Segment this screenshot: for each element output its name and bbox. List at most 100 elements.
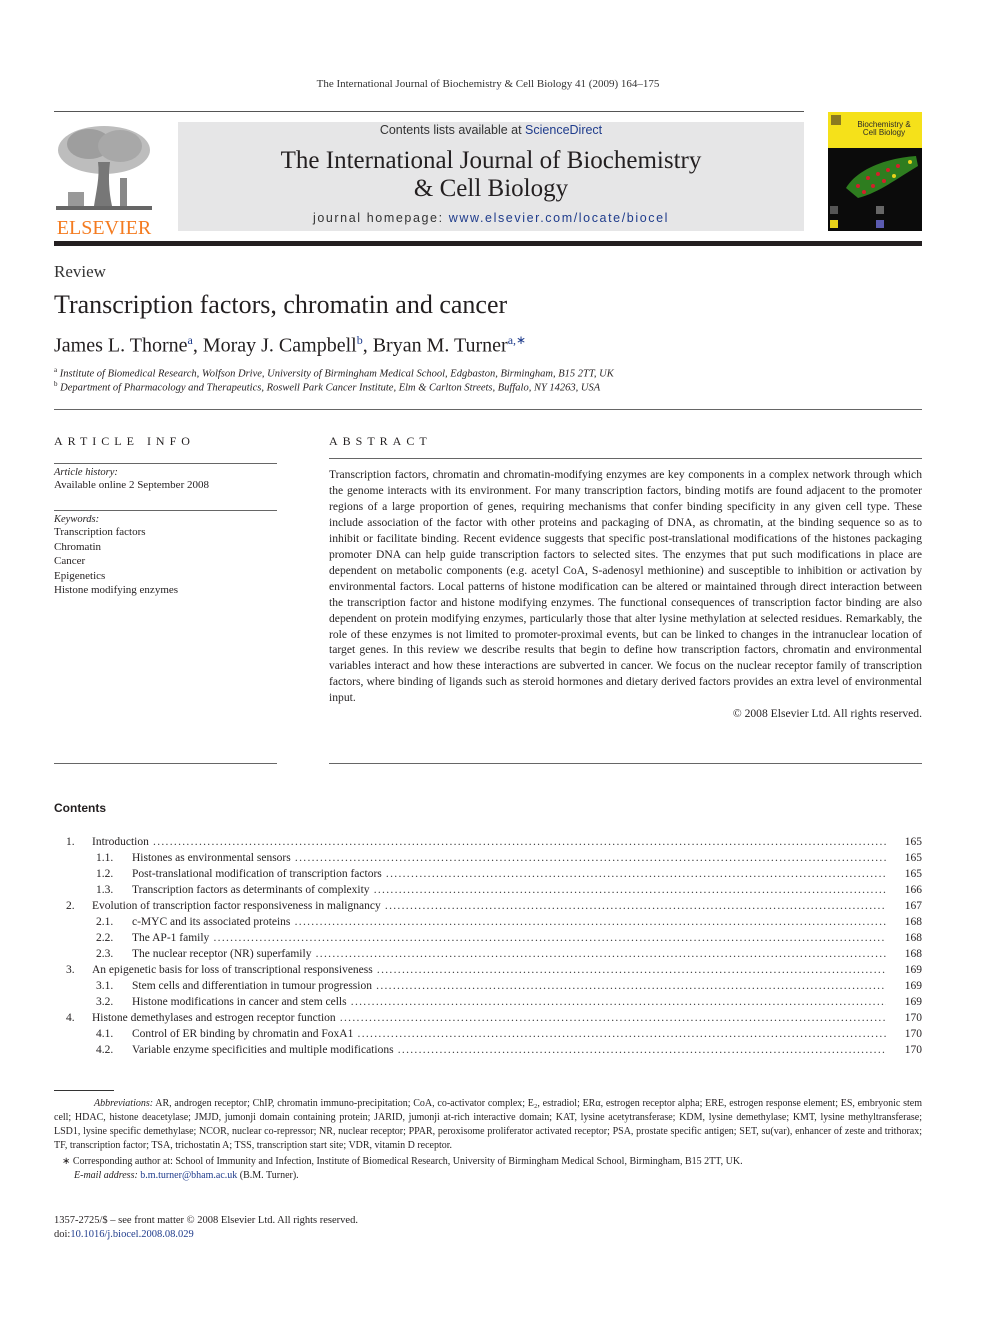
toc-page-number[interactable]: 169 — [892, 978, 922, 994]
doi-line: doi:10.1016/j.biocel.2008.08.029 — [54, 1228, 358, 1242]
toc-section-title[interactable]: Stem cells and differentiation in tumour… — [132, 980, 372, 992]
toc-section-title[interactable]: Histone modifications in cancer and stem… — [132, 996, 347, 1008]
keywords-block: Keywords: Transcription factors Chromati… — [54, 514, 277, 598]
toc-entry[interactable]: 1. Introduction .........................… — [54, 834, 922, 850]
toc-entry[interactable]: 3. An epigenetic basis for loss of transc… — [54, 962, 922, 978]
author-affiliation-mark[interactable]: a,∗ — [508, 333, 526, 347]
toc-page-number[interactable]: 165 — [892, 866, 922, 882]
toc-page-number[interactable]: 166 — [892, 882, 922, 898]
masthead-rule — [54, 241, 922, 246]
divider — [54, 510, 277, 511]
toc-section-title[interactable]: Evolution of transcription factor respon… — [92, 900, 381, 912]
toc-page-number[interactable]: 168 — [892, 946, 922, 962]
author-name[interactable]: Bryan M. Turner — [373, 335, 508, 357]
toc-page-number[interactable]: 168 — [892, 914, 922, 930]
sciencedirect-link[interactable]: ScienceDirect — [525, 123, 602, 137]
history-value: Available online 2 September 2008 — [54, 479, 209, 491]
toc-section-number: 4.1. — [96, 1028, 114, 1040]
author-affiliation-mark[interactable]: a — [188, 333, 193, 347]
toc-leader-dots: ........................................… — [376, 980, 886, 992]
toc-entry[interactable]: 1.2. Post-translational modification of t… — [54, 866, 922, 882]
running-head: The International Journal of Biochemistr… — [316, 78, 660, 90]
toc-entry[interactable]: 2.2. The AP-1 family ....................… — [54, 930, 922, 946]
keywords-label: Keywords: — [54, 514, 100, 525]
toc-leader-dots: ........................................… — [384, 900, 886, 912]
abstract-text: Transcription factors, chromatin and chr… — [329, 468, 922, 705]
elsevier-tree-icon — [54, 122, 154, 212]
keyword: Chromatin — [54, 540, 102, 553]
author-name[interactable]: Moray J. Campbell — [203, 335, 357, 357]
toc-section-number: 1.2. — [96, 868, 114, 880]
cover-title: Biochemistry & Cell Biology — [846, 121, 922, 137]
author-name[interactable]: James L. Thorne — [54, 335, 188, 357]
toc-entry[interactable]: 3.1. Stem cells and differentiation in tu… — [54, 978, 922, 994]
toc-leader-dots: ........................................… — [153, 836, 886, 848]
toc-leader-dots: ........................................… — [294, 916, 886, 928]
journal-homepage-line: journal homepage: www.elsevier.com/locat… — [178, 211, 804, 225]
doi-prefix: doi: — [54, 1229, 71, 1240]
keyword: Histone modifying enzymes — [54, 584, 179, 596]
toc-entry[interactable]: 4. Histone demethylases and estrogen rece… — [54, 1010, 922, 1026]
toc-section-title[interactable]: Histones as environmental sensors — [132, 852, 291, 864]
toc-entry[interactable]: 2.1. c-MYC and its associated proteins ..… — [54, 914, 922, 930]
toc-page-number[interactable]: 170 — [892, 1042, 922, 1058]
journal-homepage-link[interactable]: www.elsevier.com/locate/biocel — [449, 211, 669, 225]
divider — [54, 763, 277, 764]
email-link[interactable]: b.m.turner@bham.ac.uk — [140, 1170, 237, 1181]
toc-leader-dots: ........................................… — [339, 1012, 886, 1024]
toc-section-number: 2.3. — [96, 948, 114, 960]
affiliation: a Institute of Biomedical Research, Wolf… — [54, 366, 614, 380]
toc-entry[interactable]: 2.3. The nuclear receptor (NR) superfamil… — [54, 946, 922, 962]
article-history: Article history: Available online 2 Sept… — [54, 467, 277, 493]
toc-section-title[interactable]: The nuclear receptor (NR) superfamily — [132, 948, 311, 960]
toc-section-number: 2. — [66, 900, 75, 912]
toc-page-number[interactable]: 165 — [892, 850, 922, 866]
contents-available-text: Contents lists available at — [379, 123, 526, 137]
divider — [329, 763, 922, 764]
toc-section-title[interactable]: Control of ER binding by chromatin and F… — [132, 1028, 353, 1040]
journal-title: The International Journal of Biochemistr… — [178, 147, 804, 203]
toc-leader-dots: ........................................… — [213, 932, 886, 944]
toc-leader-dots: ........................................… — [385, 868, 886, 880]
elsevier-logo[interactable]: ELSEVIER — [54, 122, 154, 239]
journal-cover-image[interactable]: Biochemistry & Cell Biology — [828, 112, 922, 231]
toc-section-title[interactable]: Post-translational modification of trans… — [132, 868, 382, 880]
doi-link[interactable]: 10.1016/j.biocel.2008.08.029 — [70, 1229, 193, 1240]
toc-section-title[interactable]: The AP-1 family — [132, 932, 209, 944]
abstract-body: Transcription factors, chromatin and chr… — [329, 467, 922, 722]
toc-page-number[interactable]: 169 — [892, 994, 922, 1010]
toc-section-number: 4.2. — [96, 1044, 114, 1056]
toc-section-title[interactable]: Transcription factors as determinants of… — [132, 884, 370, 896]
toc-leader-dots: ........................................… — [397, 1044, 886, 1056]
cover-header: Biochemistry & Cell Biology — [828, 112, 922, 148]
toc-entry[interactable]: 4.2. Variable enzyme specificities and mu… — [54, 1042, 922, 1058]
corresponding-mark: ∗ — [62, 1156, 71, 1167]
toc-section-title[interactable]: Histone demethylases and estrogen recept… — [92, 1012, 336, 1024]
author-list: James L. Thornea, Moray J. Campbellb, Br… — [54, 333, 527, 357]
toc-section-title[interactable]: Variable enzyme specificities and multip… — [132, 1044, 394, 1056]
homepage-label: journal homepage: — [312, 211, 449, 225]
toc-section-title[interactable]: Introduction — [92, 836, 149, 848]
contents-heading: Contents — [54, 801, 106, 815]
affiliation-text: Department of Pharmacology and Therapeut… — [60, 382, 601, 394]
toc-entry[interactable]: 1.3. Transcription factors as determinant… — [54, 882, 922, 898]
elsevier-wordmark: ELSEVIER — [56, 217, 152, 239]
author-affiliation-mark[interactable]: b — [357, 333, 363, 347]
toc-entry[interactable]: 4.1. Control of ER binding by chromatin a… — [54, 1026, 922, 1042]
toc-page-number[interactable]: 169 — [892, 962, 922, 978]
toc-page-number[interactable]: 168 — [892, 930, 922, 946]
toc-leader-dots: ........................................… — [357, 1028, 886, 1040]
toc-section-number: 1. — [66, 836, 75, 848]
toc-entry[interactable]: 2. Evolution of transcription factor resp… — [54, 898, 922, 914]
toc-entry[interactable]: 1.1. Histones as environmental sensors ..… — [54, 850, 922, 866]
toc-page-number[interactable]: 167 — [892, 898, 922, 914]
toc-section-title[interactable]: An epigenetic basis for loss of transcri… — [92, 964, 373, 976]
divider — [329, 458, 922, 459]
toc-entry[interactable]: 3.2. Histone modifications in cancer and … — [54, 994, 922, 1010]
toc-section-title[interactable]: c-MYC and its associated proteins — [132, 916, 290, 928]
journal-title-line1: The International Journal of Biochemistr… — [280, 147, 702, 174]
toc-page-number[interactable]: 165 — [892, 834, 922, 850]
toc-page-number[interactable]: 170 — [892, 1010, 922, 1026]
header-rule — [54, 111, 804, 112]
toc-page-number[interactable]: 170 — [892, 1026, 922, 1042]
